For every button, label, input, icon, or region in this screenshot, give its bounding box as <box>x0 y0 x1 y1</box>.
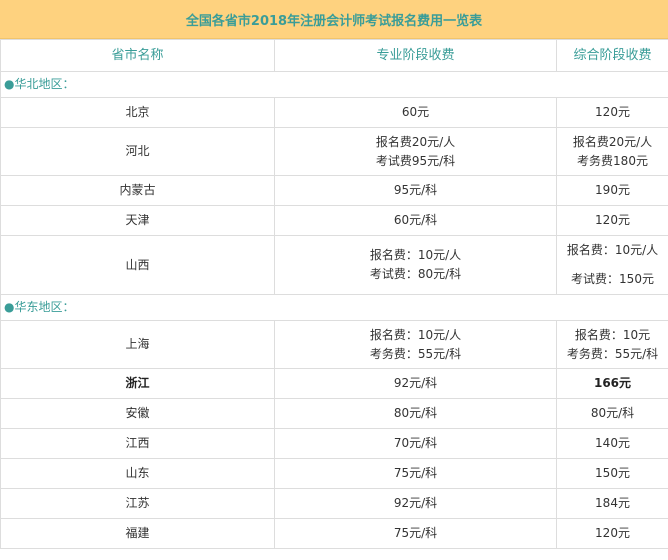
professional-fee-cell: 92元/科 <box>274 488 557 519</box>
column-header-comprehensive: 综合阶段收费 <box>556 39 668 72</box>
professional-fee-cell: 95元/科 <box>274 175 557 206</box>
fee-line: 考试费95元/科 <box>375 153 456 168</box>
fee-line: 考务费：55元/科 <box>369 346 462 361</box>
fee-table: 省市名称 专业阶段收费 综合阶段收费 ●华北地区： 北京 60元 120元 河北… <box>0 39 668 549</box>
comprehensive-fee-cell: 120元 <box>556 97 668 128</box>
table-row: 北京 60元 120元 <box>0 97 668 128</box>
province-cell: 江西 <box>0 428 275 459</box>
fee-line: 报名费：10元/人 <box>566 243 659 257</box>
fee-line: 考务费180元 <box>577 153 648 168</box>
province-cell: 山西 <box>0 235 275 295</box>
province-cell: 河北 <box>0 127 275 176</box>
table-row: 福建 75元/科 120元 <box>0 518 668 549</box>
province-cell: 内蒙古 <box>0 175 275 206</box>
table-row: 江西 70元/科 140元 <box>0 428 668 459</box>
province-cell: 安徽 <box>0 398 275 429</box>
table-title: 全国各省市2018年注册会计师考试报名费用一览表 <box>0 0 668 39</box>
professional-fee-cell: 60元 <box>274 97 557 128</box>
comprehensive-fee-cell: 150元 <box>556 458 668 489</box>
fee-line: 报名费：10元/人 <box>369 248 462 262</box>
professional-fee-cell: 报名费：10元/人 考务费：55元/科 <box>274 320 557 369</box>
fee-line: 报名费20元/人 <box>375 134 456 149</box>
table-row: 上海 报名费：10元/人 考务费：55元/科 报名费：10元 考务费：55元/科 <box>0 320 668 369</box>
fee-line: 考试费：80元/科 <box>369 267 462 281</box>
fee-table-page: 全国各省市2018年注册会计师考试报名费用一览表 省市名称 专业阶段收费 综合阶… <box>0 0 668 560</box>
column-header-professional: 专业阶段收费 <box>274 39 557 72</box>
fee-line: 报名费20元/人 <box>572 134 653 149</box>
header-row: 省市名称 专业阶段收费 综合阶段收费 <box>0 39 668 72</box>
table-row: 河北 报名费20元/人 考试费95元/科 报名费20元/人 考务费180元 <box>0 127 668 176</box>
province-cell: 山东 <box>0 458 275 489</box>
fee-line: 报名费：10元 <box>574 327 651 342</box>
table-row: 安徽 80元/科 80元/科 <box>0 398 668 429</box>
table-row: 浙江 92元/科 166元 <box>0 368 668 399</box>
comprehensive-fee-cell: 140元 <box>556 428 668 459</box>
comprehensive-fee-cell: 190元 <box>556 175 668 206</box>
professional-fee-cell: 60元/科 <box>274 205 557 236</box>
table-row: 山西 报名费：10元/人 考试费：80元/科 报名费：10元/人 考试费：150… <box>0 235 668 295</box>
province-cell: 福建 <box>0 518 275 549</box>
professional-fee-cell: 75元/科 <box>274 518 557 549</box>
comprehensive-fee-cell: 120元 <box>556 205 668 236</box>
professional-fee-cell: 92元/科 <box>274 368 557 399</box>
table-row: 山东 75元/科 150元 <box>0 458 668 489</box>
column-header-province: 省市名称 <box>0 39 275 72</box>
province-cell: 江苏 <box>0 488 275 519</box>
table-row: 内蒙古 95元/科 190元 <box>0 175 668 206</box>
region-label: ●华东地区： <box>0 294 668 321</box>
fee-line: 考试费：150元 <box>571 272 654 286</box>
professional-fee-cell: 报名费20元/人 考试费95元/科 <box>274 127 557 176</box>
table-row: 江苏 92元/科 184元 <box>0 488 668 519</box>
comprehensive-fee-cell: 80元/科 <box>556 398 668 429</box>
province-cell: 上海 <box>0 320 275 369</box>
fee-line: 报名费：10元/人 <box>369 327 462 342</box>
fee-line: 考务费：55元/科 <box>566 346 659 361</box>
table-row: 天津 60元/科 120元 <box>0 205 668 236</box>
comprehensive-fee-cell: 166元 <box>556 368 668 399</box>
comprehensive-fee-cell: 报名费：10元 考务费：55元/科 <box>556 320 668 369</box>
professional-fee-cell: 75元/科 <box>274 458 557 489</box>
province-cell: 天津 <box>0 205 275 236</box>
professional-fee-cell: 80元/科 <box>274 398 557 429</box>
professional-fee-cell: 70元/科 <box>274 428 557 459</box>
comprehensive-fee-cell: 报名费20元/人 考务费180元 <box>556 127 668 176</box>
professional-fee-cell: 报名费：10元/人 考试费：80元/科 <box>274 235 557 295</box>
comprehensive-fee-cell: 120元 <box>556 518 668 549</box>
region-row-north: ●华北地区： <box>0 71 668 98</box>
region-row-east: ●华东地区： <box>0 294 668 321</box>
region-label: ●华北地区： <box>0 71 668 98</box>
province-cell: 浙江 <box>0 368 275 399</box>
comprehensive-fee-cell: 184元 <box>556 488 668 519</box>
comprehensive-fee-cell: 报名费：10元/人 考试费：150元 <box>556 235 668 295</box>
province-cell: 北京 <box>0 97 275 128</box>
